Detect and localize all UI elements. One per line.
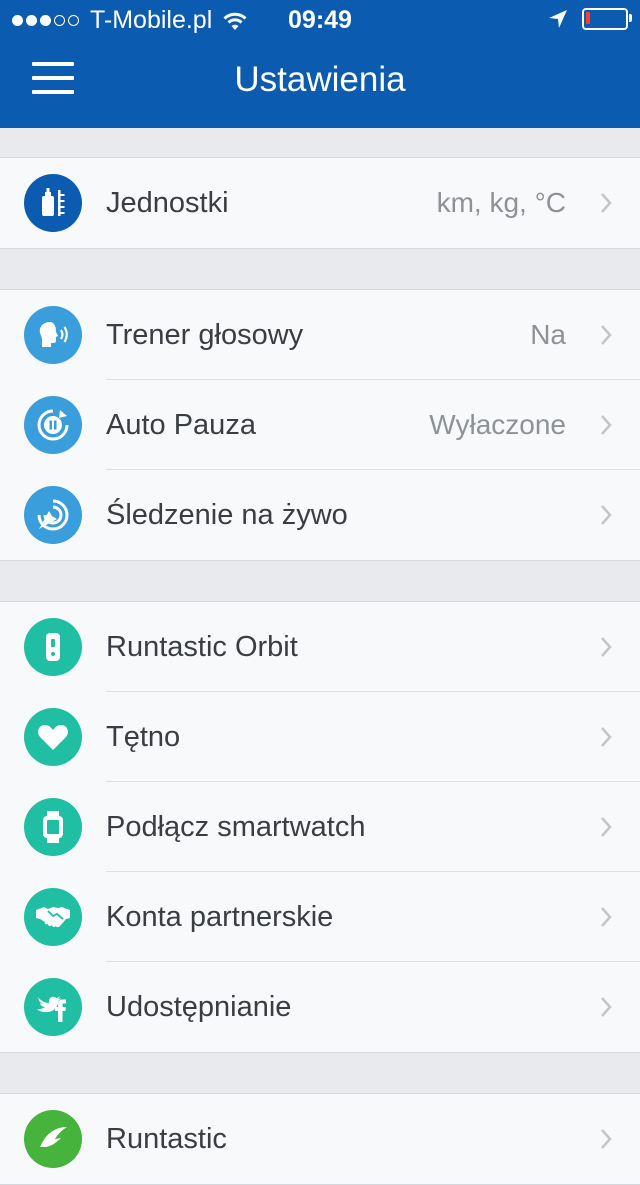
settings-group-devices: Runtastic Orbit Tętno Podłącz smartwatch… <box>0 602 640 1053</box>
settings-row-units[interactable]: Jednostki km, kg, °C <box>0 158 640 248</box>
settings-row-label: Runtastic <box>106 1123 227 1155</box>
settings-row-label: Jednostki <box>106 187 229 219</box>
chevron-right-icon <box>601 727 612 747</box>
heart-icon <box>24 708 82 766</box>
settings-row-runtastic[interactable]: Runtastic <box>0 1094 640 1184</box>
handshake-icon <box>24 888 82 946</box>
chevron-right-icon <box>601 505 612 525</box>
settings-row-sharing[interactable]: Udostępnianie <box>0 962 640 1052</box>
settings-row-smartwatch[interactable]: Podłącz smartwatch <box>0 782 640 872</box>
social-share-icon <box>24 978 82 1036</box>
section-divider <box>0 128 640 158</box>
chevron-right-icon <box>601 193 612 213</box>
settings-row-label: Runtastic Orbit <box>106 631 298 663</box>
section-divider <box>0 1053 640 1094</box>
location-arrow-icon <box>549 10 567 28</box>
chevron-right-icon <box>601 637 612 657</box>
settings-row-label: Auto Pauza <box>106 409 256 441</box>
settings-row-label: Tętno <box>106 721 181 753</box>
chevron-right-icon <box>601 997 612 1017</box>
settings-row-runtastic-orbit[interactable]: Runtastic Orbit <box>0 602 640 692</box>
settings-row-label: Trener głosowy <box>106 319 304 351</box>
voice-coach-icon <box>24 306 82 364</box>
auto-pause-icon <box>24 396 82 454</box>
settings-row-auto-pause[interactable]: Auto Pauza Wyłaczone <box>0 380 640 470</box>
section-divider <box>0 561 640 602</box>
battery-icon <box>582 8 632 30</box>
chevron-right-icon <box>601 907 612 927</box>
settings-row-live-tracking[interactable]: Śledzenie na żywo <box>0 470 640 560</box>
status-time: 09:49 <box>288 6 352 34</box>
settings-group-about: Runtastic <box>0 1094 640 1185</box>
chevron-right-icon <box>601 1129 612 1149</box>
runtastic-logo-icon <box>24 1110 82 1168</box>
settings-row-label: Podłącz smartwatch <box>106 811 366 843</box>
settings-row-value: Wyłaczone <box>429 409 566 440</box>
section-divider <box>0 249 640 290</box>
settings-row-heart-rate[interactable]: Tętno <box>0 692 640 782</box>
live-tracking-icon <box>24 486 82 544</box>
app-header: T-Mobile.pl 09:49 Ustawienia <box>0 0 640 128</box>
settings-row-label: Udostępnianie <box>106 991 292 1023</box>
battery-level <box>586 12 590 24</box>
units-icon <box>24 174 82 232</box>
navigation-bar: Ustawienia <box>0 40 640 128</box>
settings-list: Jednostki km, kg, °C Trener głosowy Na A… <box>0 128 640 1185</box>
settings-row-label: Śledzenie na żywo <box>106 499 348 531</box>
settings-group-units: Jednostki km, kg, °C <box>0 158 640 249</box>
status-right <box>548 8 632 30</box>
page-title: Ustawienia <box>234 60 406 99</box>
smartwatch-icon <box>24 798 82 856</box>
settings-group-workout: Trener głosowy Na Auto Pauza Wyłaczone Ś… <box>0 290 640 561</box>
orbit-icon <box>24 618 82 676</box>
chevron-right-icon <box>601 415 612 435</box>
settings-row-value: km, kg, °C <box>436 187 566 218</box>
settings-row-partner-accounts[interactable]: Konta partnerskie <box>0 872 640 962</box>
status-bar: T-Mobile.pl 09:49 <box>0 0 640 40</box>
settings-row-value: Na <box>530 319 566 350</box>
settings-row-label: Konta partnerskie <box>106 901 334 933</box>
settings-row-voice-coach[interactable]: Trener głosowy Na <box>0 290 640 380</box>
chevron-right-icon <box>601 817 612 837</box>
chevron-right-icon <box>601 325 612 345</box>
